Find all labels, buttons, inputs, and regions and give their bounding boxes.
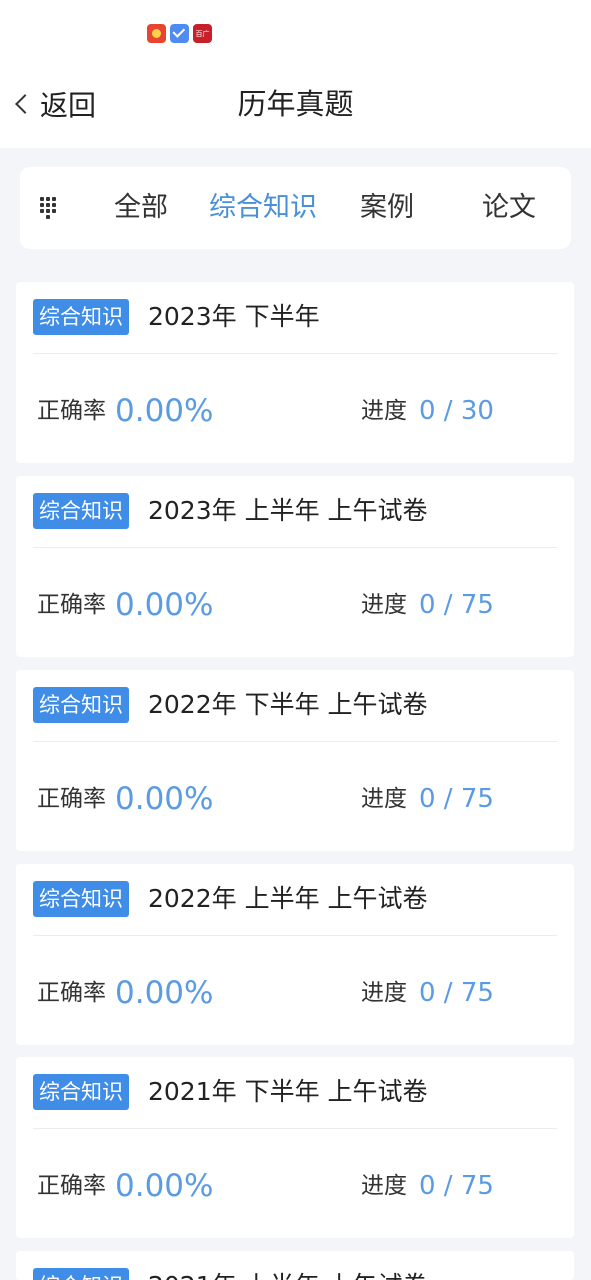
progress-label: 进度	[361, 786, 407, 812]
category-tag: 综合知识	[33, 881, 129, 917]
progress-label: 进度	[361, 1173, 407, 1199]
exam-card[interactable]: 综合知识 2021年 下半年 上午试卷 正确率 0.00% 进度 0 / 75	[16, 1057, 574, 1238]
exam-card[interactable]: 综合知识 2023年 下半年 正确率 0.00% 进度 0 / 30	[16, 282, 574, 463]
category-tag: 综合知识	[33, 1268, 129, 1280]
accuracy-label: 正确率	[37, 1173, 106, 1199]
exam-title: 2023年 上半年 上午试卷	[148, 496, 428, 525]
divider	[33, 1128, 557, 1129]
divider	[33, 741, 557, 742]
accuracy-value: 0.00%	[115, 393, 214, 429]
exam-card[interactable]: 综合知识 2021年 上半年 上午试卷	[16, 1251, 574, 1280]
notification-app-icon	[170, 24, 189, 43]
notification-app-icon	[147, 24, 166, 43]
accuracy-value: 0.00%	[115, 1168, 214, 1204]
grid-menu-icon[interactable]	[40, 197, 56, 219]
category-tab-bar: 全部 综合知识 案例 论文	[20, 167, 571, 249]
progress-label: 进度	[361, 980, 407, 1006]
exam-card[interactable]: 综合知识 2023年 上半年 上午试卷 正确率 0.00% 进度 0 / 75	[16, 476, 574, 657]
tab-essay[interactable]: 论文	[482, 188, 536, 228]
category-tag: 综合知识	[33, 493, 129, 529]
tab-all[interactable]: 全部	[114, 188, 168, 228]
progress-value: 0 / 75	[419, 590, 494, 620]
exam-card[interactable]: 综合知识 2022年 下半年 上午试卷 正确率 0.00% 进度 0 / 75	[16, 670, 574, 851]
category-tag: 综合知识	[33, 1074, 129, 1110]
exam-title: 2021年 上半年 上午试卷	[148, 1267, 428, 1280]
exam-card[interactable]: 综合知识 2022年 上半年 上午试卷 正确率 0.00% 进度 0 / 75	[16, 864, 574, 1045]
exam-title: 2022年 上半年 上午试卷	[148, 884, 428, 913]
progress-label: 进度	[361, 398, 407, 424]
progress-label: 进度	[361, 592, 407, 618]
progress-value: 0 / 30	[419, 396, 494, 426]
tab-case-study[interactable]: 案例	[360, 188, 414, 228]
exam-title: 2022年 下半年 上午试卷	[148, 690, 428, 719]
status-bar: 百广	[0, 0, 591, 66]
divider	[33, 935, 557, 936]
category-tag: 综合知识	[33, 687, 129, 723]
progress-value: 0 / 75	[419, 1171, 494, 1201]
divider	[33, 547, 557, 548]
nav-bar: 返回 历年真题	[0, 66, 591, 148]
accuracy-value: 0.00%	[115, 975, 214, 1011]
accuracy-label: 正确率	[37, 980, 106, 1006]
progress-value: 0 / 75	[419, 784, 494, 814]
accuracy-label: 正确率	[37, 592, 106, 618]
accuracy-value: 0.00%	[115, 781, 214, 817]
category-tag: 综合知识	[33, 299, 129, 335]
accuracy-label: 正确率	[37, 786, 106, 812]
accuracy-value: 0.00%	[115, 587, 214, 623]
progress-value: 0 / 75	[419, 978, 494, 1008]
notification-app-icon: 百广	[193, 24, 212, 43]
page-title: 历年真题	[237, 87, 354, 121]
exam-title: 2023年 下半年	[148, 302, 320, 331]
tab-comprehensive-knowledge[interactable]: 综合知识	[209, 188, 317, 228]
divider	[33, 353, 557, 354]
accuracy-label: 正确率	[37, 398, 106, 424]
status-icons: 百广	[147, 24, 212, 43]
exam-title: 2021年 下半年 上午试卷	[148, 1077, 428, 1106]
